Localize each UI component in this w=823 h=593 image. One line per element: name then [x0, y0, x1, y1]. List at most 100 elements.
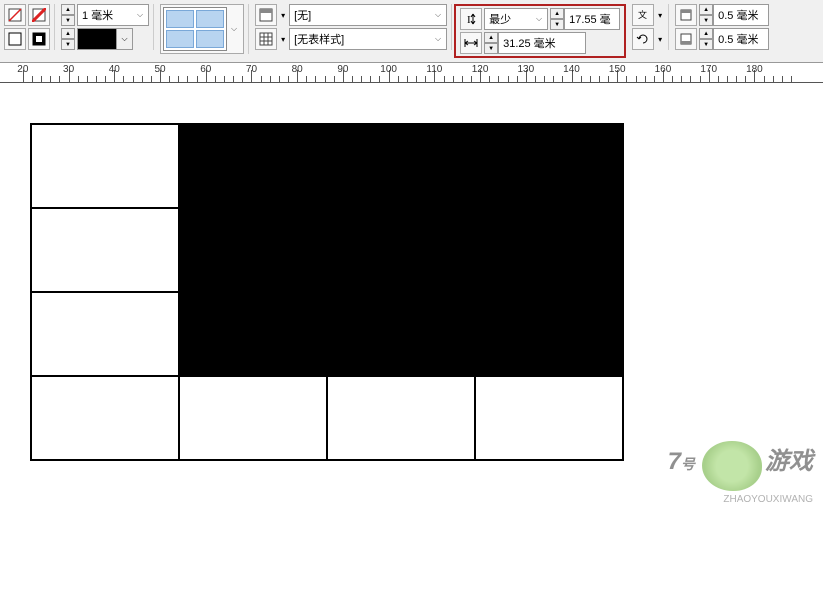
table-style-select[interactable]: [无表样式] ⌵ [289, 28, 447, 50]
stroke-weight-select[interactable]: 1 毫米 ⌵ [77, 4, 149, 26]
text-frame-group: 文 ▾ ▾ [628, 4, 669, 50]
stroke-weight-stepper[interactable]: ▲ ▼ [61, 4, 75, 26]
ruler-label: 80 [292, 64, 303, 75]
table-row [31, 376, 623, 460]
stepper-up-icon[interactable]: ▲ [699, 28, 713, 39]
ruler-label: 170 [700, 64, 717, 75]
stepper-up-icon[interactable]: ▲ [699, 4, 713, 15]
document-canvas[interactable]: 7号 游戏 ZHAOYOUXIWANG [0, 83, 823, 501]
chevron-down-icon: ▾ [279, 11, 287, 20]
stepper-down-icon[interactable]: ▼ [699, 15, 713, 26]
apply-stroke-icon[interactable] [4, 28, 26, 50]
table-cell[interactable] [31, 292, 179, 376]
ruler-label: 130 [517, 64, 534, 75]
style-group: ▾ [无] ⌵ ▾ [无表样式] ⌵ [251, 4, 452, 50]
ruler-label: 60 [200, 64, 211, 75]
stepper-down-icon[interactable]: ▼ [550, 19, 564, 30]
table-cell[interactable] [179, 376, 327, 460]
table-cell[interactable] [179, 124, 327, 208]
row-height-mode-select[interactable]: 最少 ⌵ [484, 8, 548, 30]
table-style-icon[interactable] [255, 28, 277, 50]
chevron-down-icon: ▾ [656, 35, 664, 44]
writing-mode-icon[interactable]: 文 [632, 4, 654, 26]
table-preview-button[interactable]: ⌵ [160, 4, 244, 54]
ruler-label: 140 [563, 64, 580, 75]
table-cell[interactable] [327, 376, 475, 460]
table-cell[interactable] [179, 208, 327, 292]
table-cell[interactable] [31, 208, 179, 292]
inset-top-stepper[interactable]: ▲ ▼ [699, 4, 769, 26]
ruler-label: 50 [154, 64, 165, 75]
no-fill-icon[interactable] [4, 4, 26, 26]
cell-style-value: [无] [290, 7, 430, 23]
table-style-value: [无表样式] [290, 31, 430, 47]
document-table[interactable] [30, 123, 624, 461]
cell-style-select[interactable]: [无] ⌵ [289, 4, 447, 26]
cell-dimensions-group-highlighted: I 最少 ⌵ ▲ ▼ ▲ ▼ [454, 4, 626, 58]
table-cell[interactable] [179, 292, 327, 376]
watermark-num: 7 [668, 448, 681, 475]
table-cell[interactable] [327, 208, 475, 292]
cell-inset-group: ▲ ▼ ▲ ▼ [671, 4, 773, 50]
fill-stroke-group [0, 4, 55, 50]
ruler-label: 20 [17, 64, 28, 75]
col-width-stepper[interactable]: ▲ ▼ [484, 32, 586, 54]
inset-bottom-icon[interactable] [675, 28, 697, 50]
col-width-icon[interactable] [460, 32, 482, 54]
stepper-down-icon[interactable]: ▼ [699, 39, 713, 50]
inset-top-icon[interactable] [675, 4, 697, 26]
chevron-down-icon: ⌵ [132, 10, 148, 20]
row-height-icon[interactable]: I [460, 8, 482, 30]
stepper-up-icon[interactable]: ▲ [61, 4, 75, 15]
table-cell[interactable] [31, 124, 179, 208]
ruler-label: 150 [609, 64, 626, 75]
stepper-down-icon[interactable]: ▼ [484, 43, 498, 54]
cell-style-icon[interactable] [255, 4, 277, 26]
stroke-red-diagonal-icon[interactable] [28, 4, 50, 26]
ruler-label: 90 [337, 64, 348, 75]
row-height-stepper[interactable]: ▲ ▼ [550, 8, 620, 30]
stroke-type-stepper[interactable]: ▲ ▼ [61, 28, 75, 50]
table-row [31, 124, 623, 208]
chevron-down-icon: ⌵ [116, 29, 132, 49]
table-cell[interactable] [31, 376, 179, 460]
table-row [31, 292, 623, 376]
inset-bottom-input[interactable] [713, 28, 769, 50]
stepper-down-icon[interactable]: ▼ [61, 39, 75, 50]
table-cell[interactable] [475, 208, 623, 292]
inset-top-input[interactable] [713, 4, 769, 26]
table-cell[interactable] [475, 376, 623, 460]
chevron-down-icon: ⌵ [430, 34, 446, 44]
stroke-color-swatch[interactable]: ⌵ [77, 28, 133, 50]
ruler-label: 120 [472, 64, 489, 75]
apply-fill-icon[interactable] [28, 28, 50, 50]
ruler-label: 40 [109, 64, 120, 75]
horizontal-ruler[interactable]: 2030405060708090100110120130140150160170… [0, 63, 823, 83]
watermark-brand: 游戏 [765, 448, 813, 475]
table-cell[interactable] [475, 124, 623, 208]
ruler-label: 70 [246, 64, 257, 75]
col-width-input[interactable] [498, 32, 586, 54]
table-cell[interactable] [327, 124, 475, 208]
row-height-input[interactable] [564, 8, 620, 30]
top-toolbar: ▲ ▼ 1 毫米 ⌵ ▲ ▼ ⌵ [0, 0, 823, 63]
table-preview-icon [163, 7, 227, 51]
chevron-down-icon: ⌵ [531, 14, 547, 24]
table-cell[interactable] [327, 292, 475, 376]
chevron-down-icon: ▾ [279, 35, 287, 44]
ruler-label: 30 [63, 64, 74, 75]
rotate-text-icon[interactable] [632, 28, 654, 50]
svg-text:文: 文 [638, 9, 647, 20]
chevron-down-icon: ⌵ [227, 24, 241, 34]
stepper-up-icon[interactable]: ▲ [550, 8, 564, 19]
ruler-label: 100 [380, 64, 397, 75]
stepper-up-icon[interactable]: ▲ [61, 28, 75, 39]
ruler-label: 180 [746, 64, 763, 75]
svg-text:I: I [467, 14, 471, 26]
stepper-up-icon[interactable]: ▲ [484, 32, 498, 43]
stepper-down-icon[interactable]: ▼ [61, 15, 75, 26]
watermark-suffix: 号 [681, 456, 695, 472]
table-cell[interactable] [475, 292, 623, 376]
table-row [31, 208, 623, 292]
inset-bottom-stepper[interactable]: ▲ ▼ [699, 28, 769, 50]
